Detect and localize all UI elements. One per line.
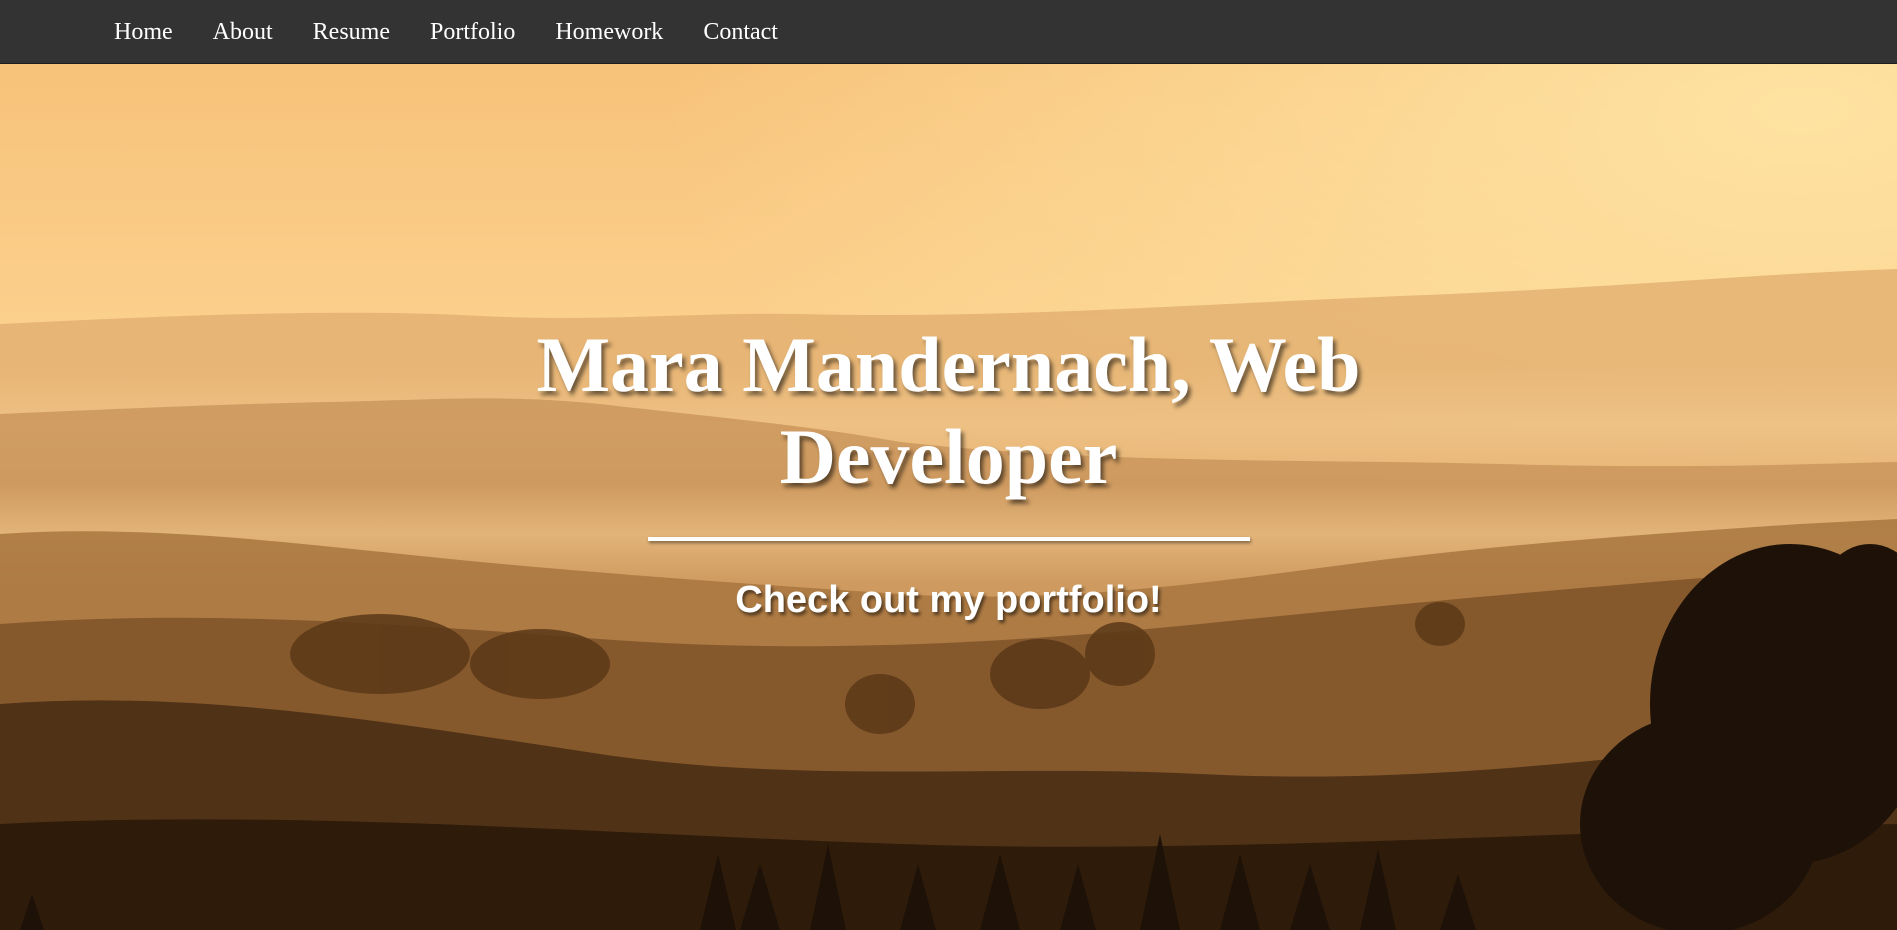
hero-section: Mara Mandernach, Web Developer Check out… <box>0 64 1897 930</box>
nav-link-about[interactable]: About <box>213 0 273 64</box>
nav-link-portfolio[interactable]: Portfolio <box>430 0 515 64</box>
nav-link-homework[interactable]: Homework <box>555 0 663 64</box>
hero-divider <box>647 537 1250 541</box>
hero-content: Mara Mandernach, Web Developer Check out… <box>0 319 1897 622</box>
hero-subtitle-link[interactable]: Check out my portfolio! <box>0 579 1897 622</box>
nav-list: Home About Resume Portfolio Homework Con… <box>0 0 1897 64</box>
nav-link-contact[interactable]: Contact <box>703 0 778 64</box>
nav-link-home[interactable]: Home <box>114 0 173 64</box>
nav-link-resume[interactable]: Resume <box>313 0 390 64</box>
hero-title: Mara Mandernach, Web Developer <box>536 321 1361 500</box>
top-navbar: Home About Resume Portfolio Homework Con… <box>0 0 1897 64</box>
